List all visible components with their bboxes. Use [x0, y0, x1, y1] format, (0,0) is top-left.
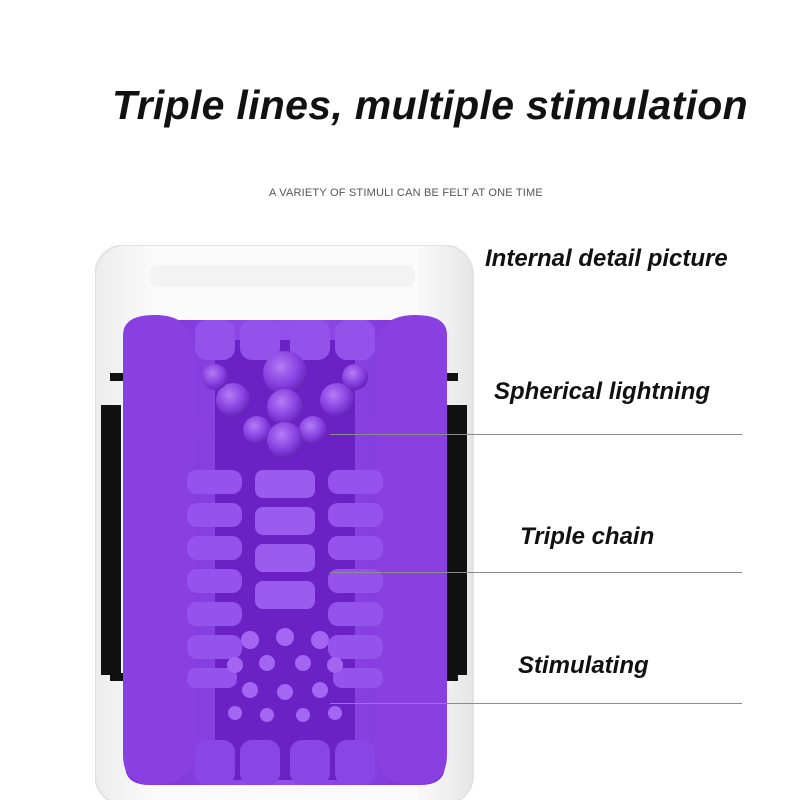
leader-line-spherical: [330, 434, 742, 435]
label-stimulating: Stimulating: [518, 652, 649, 679]
label-triple-chain: Triple chain: [520, 523, 655, 550]
label-spherical-lightning: Spherical lightning: [494, 378, 711, 405]
leader-line-stimulating: [330, 703, 742, 704]
leader-line-chain: [330, 572, 742, 573]
label-internal-detail: Internal detail picture: [485, 245, 728, 272]
page-subtitle: A VARIETY OF STIMULI CAN BE FELT AT ONE …: [269, 187, 543, 199]
product-cutaway-image: [95, 245, 474, 800]
page-title: Triple lines, multiple stimulation: [112, 82, 748, 128]
